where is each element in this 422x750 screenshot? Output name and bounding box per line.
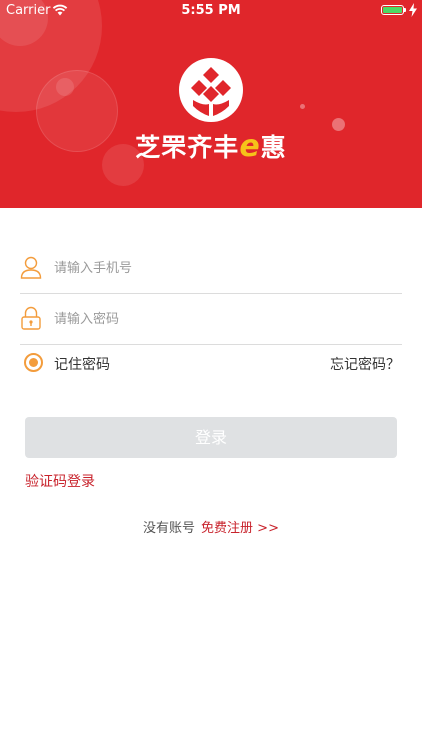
lock-icon [21,306,41,330]
code-login-link[interactable]: 验证码登录 [25,471,95,491]
clock: 5:55 PM [181,3,241,18]
password-input[interactable] [52,306,386,332]
remember-radio[interactable] [24,353,43,372]
status-bar: Carrier 5:55 PM [0,0,422,22]
register-link[interactable]: 免费注册 >> [201,521,279,536]
user-icon [20,256,42,279]
phone-field[interactable] [20,243,402,294]
phone-input[interactable] [52,255,386,281]
header-banner: Carrier 5:55 PM 芝罘齐丰e惠 [0,0,422,208]
decor-bubble [300,104,305,109]
decor-bubble [56,78,74,96]
charging-icon [409,3,417,17]
brand-name: 芝罘齐丰e惠 [135,129,287,164]
remember-label: 记住密码 [54,357,110,373]
password-field[interactable] [20,294,402,345]
register-row: 没有账号 免费注册 >> [0,517,422,536]
no-account-text: 没有账号 [143,521,196,536]
forgot-password-link[interactable]: 忘记密码？ [330,354,400,374]
battery-icon [381,5,406,15]
login-button[interactable]: 登录 [25,417,397,458]
bank-logo-icon [179,58,243,122]
